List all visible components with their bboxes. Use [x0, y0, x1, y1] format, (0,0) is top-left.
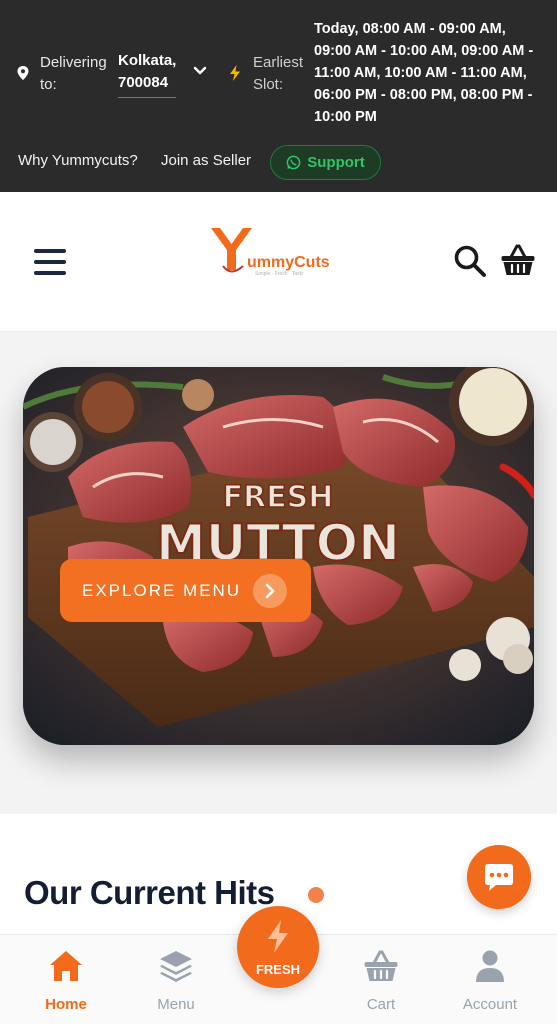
cart-basket-icon [364, 950, 398, 981]
lightning-icon [268, 920, 288, 953]
nav-home-label: Home [45, 996, 87, 1013]
support-label: Support [307, 154, 365, 171]
chevron-right-icon[interactable] [253, 574, 287, 608]
basket-icon[interactable] [500, 243, 536, 277]
nav-account[interactable]: Account [440, 935, 540, 1024]
nav-cart-label: Cart [366, 996, 396, 1013]
chevron-down-icon[interactable] [193, 66, 207, 76]
join-as-seller-link[interactable]: Join as Seller [161, 152, 251, 169]
whatsapp-icon [286, 155, 301, 170]
layers-icon [160, 951, 192, 982]
earliest-slot-label: Earliest Slot: [253, 54, 304, 93]
logo-tagline: Simple · Fresh · Tasty [255, 271, 304, 277]
user-icon [476, 950, 504, 982]
why-yummycuts-link[interactable]: Why Yummycuts? [18, 152, 138, 169]
nav-home[interactable]: Home [16, 935, 116, 1024]
top-bar: Delivering to: Kolkata, 700084 Earliest … [0, 0, 557, 192]
lightning-icon [230, 65, 240, 81]
hero-headline-fresh: FRESH [223, 480, 334, 515]
chat-icon[interactable] [467, 845, 531, 909]
hero-banner[interactable]: FRESH MUTTON [23, 367, 534, 745]
explore-menu-label: EXPLORE MENU [82, 580, 242, 600]
fresh-button[interactable]: FRESH [237, 906, 319, 988]
delivering-to-label: Delivering to: [40, 54, 107, 93]
home-icon [50, 951, 82, 981]
fresh-mutton-banner-image: FRESH MUTTON [23, 367, 534, 745]
hamburger-menu-icon[interactable] [34, 249, 66, 275]
nav-menu-label: Menu [157, 996, 195, 1013]
fresh-label: FRESH [255, 962, 301, 977]
support-button[interactable]: Support [270, 145, 381, 180]
location-pin-icon [17, 66, 29, 80]
search-icon[interactable] [453, 244, 487, 278]
nav-cart[interactable]: Cart [331, 935, 431, 1024]
nav-account-label: Account [462, 996, 518, 1013]
title-accent-dot [308, 887, 324, 903]
logo-wordmark: ummyCuts [247, 254, 330, 271]
earliest-slot-value: Today, 08:00 AM - 09:00 AM, 09:00 AM - 1… [314, 21, 534, 125]
yummycuts-logo[interactable]: ummyCuts Simple · Fresh · Tasty [207, 222, 332, 278]
location-selector[interactable]: Kolkata, 700084 [118, 50, 176, 98]
nav-menu[interactable]: Menu [126, 935, 226, 1024]
